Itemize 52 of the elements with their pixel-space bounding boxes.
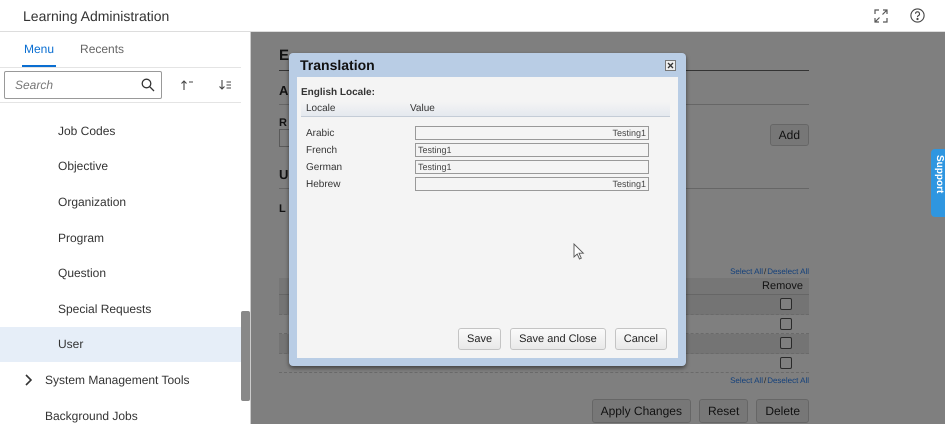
- column-header: Locale: [306, 103, 336, 114]
- menu-item[interactable]: Background Jobs: [0, 398, 241, 424]
- separator: /: [764, 267, 766, 276]
- section-heading: U: [279, 167, 288, 182]
- checkbox[interactable]: [780, 337, 792, 350]
- dialog-button[interactable]: Save and Close: [510, 328, 606, 350]
- app-title: Learning Administration: [23, 8, 170, 24]
- menu-item[interactable]: Job Codes: [0, 113, 241, 149]
- column-header: Value: [410, 103, 435, 114]
- field-label: L: [279, 203, 286, 215]
- action-button[interactable]: Delete: [756, 399, 809, 423]
- locale-label: Hebrew: [305, 178, 342, 190]
- close-icon[interactable]: [665, 60, 676, 70]
- section-label: English Locale:: [301, 87, 376, 98]
- dialog-title: Translation: [300, 57, 375, 73]
- locale-label: Arabic: [305, 128, 336, 138]
- input-field[interactable]: Testing1: [415, 177, 649, 191]
- help-icon[interactable]: [910, 8, 925, 23]
- input-field[interactable]: Testing1: [415, 143, 649, 157]
- checkbox[interactable]: [780, 356, 792, 369]
- fullscreen-icon[interactable]: [874, 8, 888, 22]
- sidebar-tab[interactable]: Menu: [22, 32, 56, 67]
- separator: /: [764, 376, 766, 385]
- menu-item[interactable]: User: [0, 326, 241, 362]
- sort-ascending-icon[interactable]: [180, 79, 194, 91]
- section-heading: E: [279, 47, 290, 64]
- menu-item[interactable]: Organization: [0, 184, 241, 220]
- scrollbar-thumb[interactable]: [241, 311, 250, 401]
- input-field[interactable]: Testing1: [415, 160, 649, 174]
- dialog-button[interactable]: Save: [458, 328, 502, 350]
- menu-item[interactable]: Program: [0, 220, 241, 256]
- add-button[interactable]: Add: [770, 124, 809, 146]
- field-label: R: [279, 117, 287, 129]
- menu-item[interactable]: System Management Tools: [0, 362, 241, 398]
- pointer-icon: [573, 243, 585, 260]
- locale-label: German: [305, 162, 344, 172]
- menu-item[interactable]: Objective: [0, 148, 241, 184]
- sort-descending-icon[interactable]: [218, 79, 232, 91]
- locale-label: French: [305, 144, 338, 156]
- action-button[interactable]: Reset: [698, 399, 748, 423]
- menu-item[interactable]: Question: [0, 255, 241, 291]
- search-field[interactable]: Search: [4, 71, 162, 99]
- sidebar-tab[interactable]: Recents: [78, 32, 126, 67]
- input-field[interactable]: Testing1: [415, 126, 649, 140]
- menu-item[interactable]: Special Requests: [0, 290, 241, 327]
- search-icon: [141, 78, 155, 92]
- action-button[interactable]: Apply Changes: [592, 399, 691, 423]
- column-header: Remove: [762, 280, 803, 292]
- section-heading: A: [279, 83, 288, 98]
- dialog-button[interactable]: Cancel: [614, 328, 667, 350]
- checkbox[interactable]: [780, 318, 792, 330]
- checkbox[interactable]: [780, 298, 792, 310]
